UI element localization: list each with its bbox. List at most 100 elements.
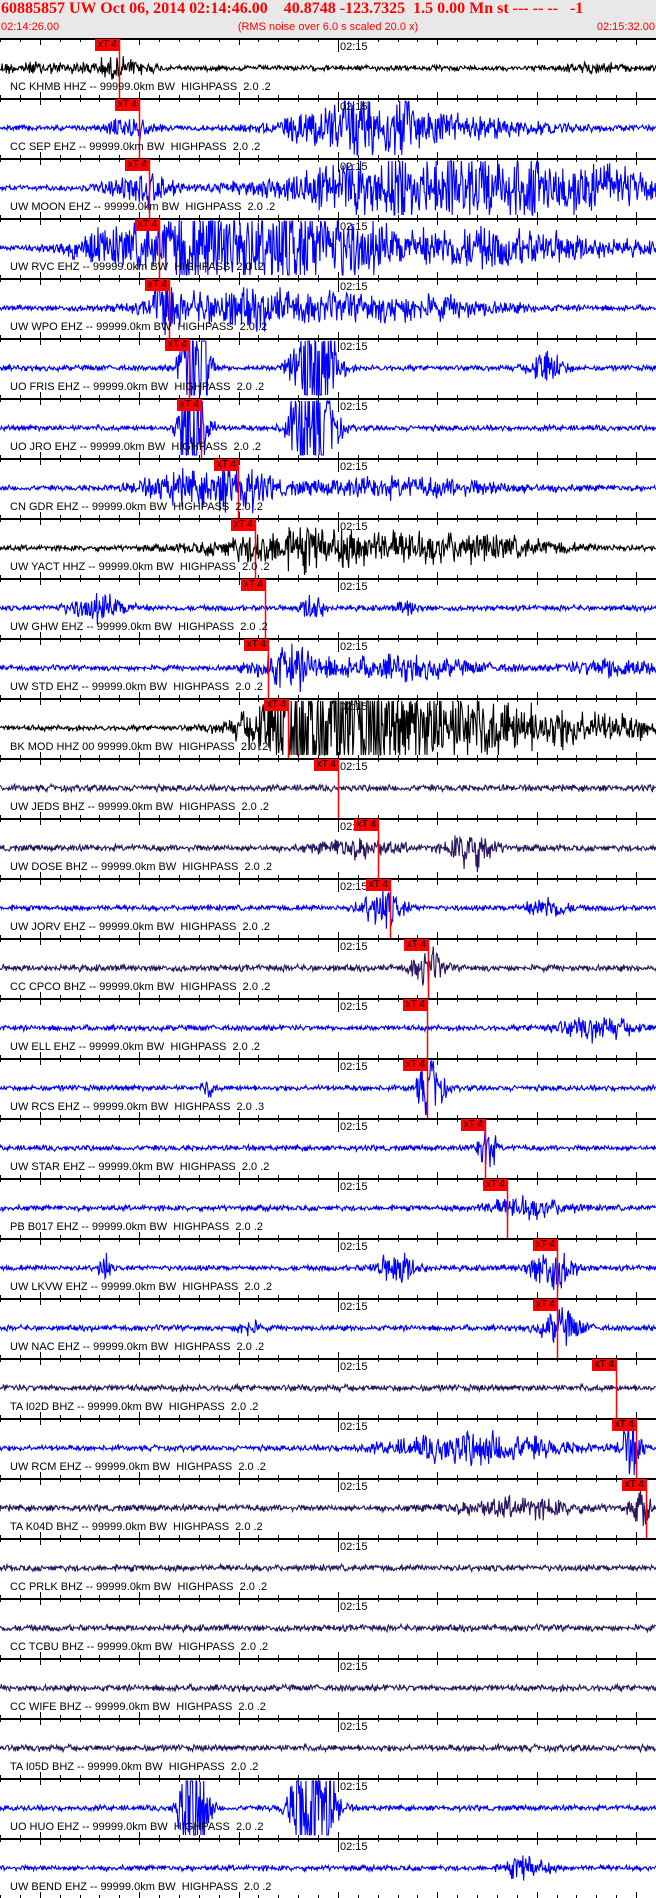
trace-label: TA K04D BHZ -- 99999.0km BW HIGHPASS 2.0… [10,1521,263,1533]
phase-pick-marker[interactable]: xT 4 [591,1359,617,1371]
trace-uw-bend: 02:15 UW BEND EHZ -- 99999.0km BW HIGHPAS… [0,1838,656,1898]
trace-label: CC CPCO BHZ -- 99999.0km BW HIGHPASS 2.0… [10,981,271,993]
trace-bk-mod: 02:15 BK MOD HHZ 00 99999.0km BW HIGHPASS… [0,698,656,758]
trace-uo-jro: 02:15 UO JRO EHZ -- 99999.0km BW HIGHPASS… [0,398,656,458]
trace-cc-wife: 02:15 CC WIFE BHZ -- 99999.0km BW HIGHPAS… [0,1658,656,1718]
phase-pick-marker[interactable]: xT 4 [365,879,391,891]
minute-label: 02:15 [340,1721,368,1733]
phase-pick-marker[interactable]: xT 4 [213,459,239,471]
trace-cc-prlk: 02:15 CC PRLK BHZ -- 99999.0km BW HIGHPAS… [0,1538,656,1598]
trace-label: UW RVC EHZ -- 99999.0km BW HIGHPASS 2.0 … [10,261,264,273]
trace-uw-ghw: 02:15 UW GHW EHZ -- 99999.0km BW HIGHPASS… [0,578,656,638]
minute-label: 02:15 [340,641,368,653]
minute-label: 02:15 [340,1601,368,1613]
waveform [0,1562,656,1574]
trace-label: UO JRO EHZ -- 99999.0km BW HIGHPASS 2.0 … [10,441,262,453]
minute-label: 02:15 [340,1301,368,1313]
waveform [0,1682,656,1694]
minute-label: 02:15 [340,281,368,293]
minute-label: 02:15 [340,101,368,113]
trace-cc-cpco: 02:15 CC CPCO BHZ -- 99999.0km BW HIGHPAS… [0,938,656,998]
phase-pick-marker[interactable]: xT 4 [176,399,202,411]
end-time: 02:15:32.00 [596,21,655,33]
phase-pick-marker[interactable]: xT 4 [144,279,170,291]
minute-label: 02:15 [340,221,368,233]
phase-pick-marker[interactable]: xT 4 [532,1239,558,1251]
trace-label: UW RCS EHZ -- 99999.0km BW HIGHPASS 2.0 … [10,1101,265,1113]
minute-label: 02:15 [340,581,368,593]
trace-label: PB B017 EHZ -- 99999.0km BW HIGHPASS 2.0… [10,1221,263,1233]
phase-pick-marker[interactable]: xT 4 [243,639,269,651]
event-title: 60885857 UW Oct 06, 2014 02:14:46.00 40.… [1,0,584,17]
waveform [0,56,656,80]
trace-uw-rvc: 02:15 UW RVC EHZ -- 99999.0km BW HIGHPASS… [0,218,656,278]
trace-uw-nac: 02:15 UW NAC EHZ -- 99999.0km BW HIGHPASS… [0,1298,656,1358]
trace-cn-gdr: 02:15 CN GDR EHZ -- 99999.0km BW HIGHPASS… [0,458,656,518]
waveform [0,946,656,986]
trace-nc-khmb: 02:15 NC KHMB HHZ -- 99999.0km BW HIGHPAS… [0,38,656,98]
phase-pick-marker[interactable]: xT 4 [403,939,429,951]
minute-label: 02:15 [340,761,368,773]
trace-label: UW GHW EHZ -- 99999.0km BW HIGHPASS 2.0 … [10,621,268,633]
trace-uw-lkvw: 02:15 UW LKVW EHZ -- 99999.0km BW HIGHPAS… [0,1238,656,1298]
phase-pick-marker[interactable]: xT 4 [313,759,339,771]
phase-pick-marker[interactable]: xT 4 [164,339,190,351]
phase-pick-marker[interactable]: xT 4 [482,1179,508,1191]
trace-label: TA I05D BHZ -- 99999.0km BW HIGHPASS 2.0… [10,1761,259,1773]
waveform [0,1195,656,1221]
trace-label: UO FRIS EHZ -- 99999.0km BW HIGHPASS 2.0… [10,381,265,393]
phase-pick-marker[interactable]: xT 4 [230,519,256,531]
trace-label: BK MOD HHZ 00 99999.0km BW HIGHPASS 2.0 … [10,741,269,753]
phase-pick-marker[interactable]: xT 4 [532,1299,558,1311]
minute-label: 02:15 [340,161,368,173]
minute-label: 02:15 [340,461,368,473]
phase-pick-marker[interactable]: xT 4 [114,99,140,111]
phase-pick-marker[interactable]: xT 4 [402,999,428,1011]
trace-label: CC TCBU BHZ -- 99999.0km BW HIGHPASS 2.0… [10,1641,269,1653]
trace-label: UW YACT HHZ -- 99999.0km BW HIGHPASS 2.0… [10,561,270,573]
trace-pb-b017: 02:15 PB B017 EHZ -- 99999.0km BW HIGHPAS… [0,1178,656,1238]
phase-pick-marker[interactable]: xT 4 [621,1479,647,1491]
minute-label: 02:15 [340,1241,368,1253]
trace-uw-std: 02:15 UW STD EHZ -- 99999.0km BW HIGHPASS… [0,638,656,698]
phase-pick-marker[interactable]: xT 4 [263,699,289,711]
trace-uw-star: 02:15 UW STAR EHZ -- 99999.0km BW HIGHPAS… [0,1118,656,1178]
trace-label: UW RCM EHZ -- 99999.0km BW HIGHPASS 2.0 … [10,1461,266,1473]
minute-label: 02:15 [340,401,368,413]
trace-cc-sep: 02:15 CC SEP EHZ -- 99999.0km BW HIGHPASS… [0,98,656,158]
phase-pick-marker[interactable]: xT 4 [402,1059,428,1071]
trace-label: UW STD EHZ -- 99999.0km BW HIGHPASS 2.0 … [10,681,263,693]
phase-pick-marker[interactable]: xT 4 [240,579,266,591]
phase-pick-marker[interactable]: xT 4 [611,1419,637,1431]
trace-label: CC PRLK BHZ -- 99999.0km BW HIGHPASS 2.0… [10,1581,268,1593]
minute-label: 02:15 [340,1781,368,1793]
trace-cc-tcbu: 02:15 CC TCBU BHZ -- 99999.0km BW HIGHPAS… [0,1598,656,1658]
phase-pick-marker[interactable]: xT 4 [460,1119,486,1131]
waveform [0,1742,656,1754]
trace-uw-dose: 02:15UW DOSE BHZ -- 99999.0km BW HIGHPAS… [0,818,656,878]
phase-pick-marker[interactable]: xT 4 [124,159,150,171]
phase-pick-marker[interactable]: xT 4 [134,219,160,231]
waveform [0,592,656,625]
trace-label: UW JORV EHZ -- 99999.0km BW HIGHPASS 2.0… [10,921,270,933]
trace-label: UW MOON EHZ -- 99999.0km BW HIGHPASS 2.0… [10,201,276,213]
trace-uw-ell: 02:15 UW ELL EHZ -- 99999.0km BW HIGHPASS… [0,998,656,1058]
waveform [0,1382,656,1394]
trace-label: UW NAC EHZ -- 99999.0km BW HIGHPASS 2.0 … [10,1341,265,1353]
minute-label: 02:15 [340,881,368,893]
trace-label: NC KHMB HHZ -- 99999.0km BW HIGHPASS 2.0… [10,81,271,93]
phase-pick-marker[interactable]: xT 4 [353,819,379,831]
trace-uw-yact: 02:15 UW YACT HHZ -- 99999.0km BW HIGHPAS… [0,518,656,578]
phase-pick-marker[interactable]: xT 4 [94,39,120,51]
trace-ta-i05d: 02:15 TA I05D BHZ -- 99999.0km BW HIGHPAS… [0,1718,656,1778]
trace-uw-moon: 02:15 UW MOON EHZ -- 99999.0km BW HIGHPAS… [0,158,656,218]
trace-uw-rcm: 02:15 UW RCM EHZ -- 99999.0km BW HIGHPASS… [0,1418,656,1478]
minute-label: 02:15 [340,1001,368,1013]
trace-ta-k04d: 02:15 TA K04D BHZ -- 99999.0km BW HIGHPAS… [0,1478,656,1538]
trace-label: CC SEP EHZ -- 99999.0km BW HIGHPASS 2.0 … [10,141,261,153]
minute-label: 02:15 [340,1121,368,1133]
minute-label: 02:15 [340,521,368,533]
minute-label: 02:15 [340,941,368,953]
minute-label: 02:15 [340,41,368,53]
minute-label: 02:15 [340,1361,368,1373]
